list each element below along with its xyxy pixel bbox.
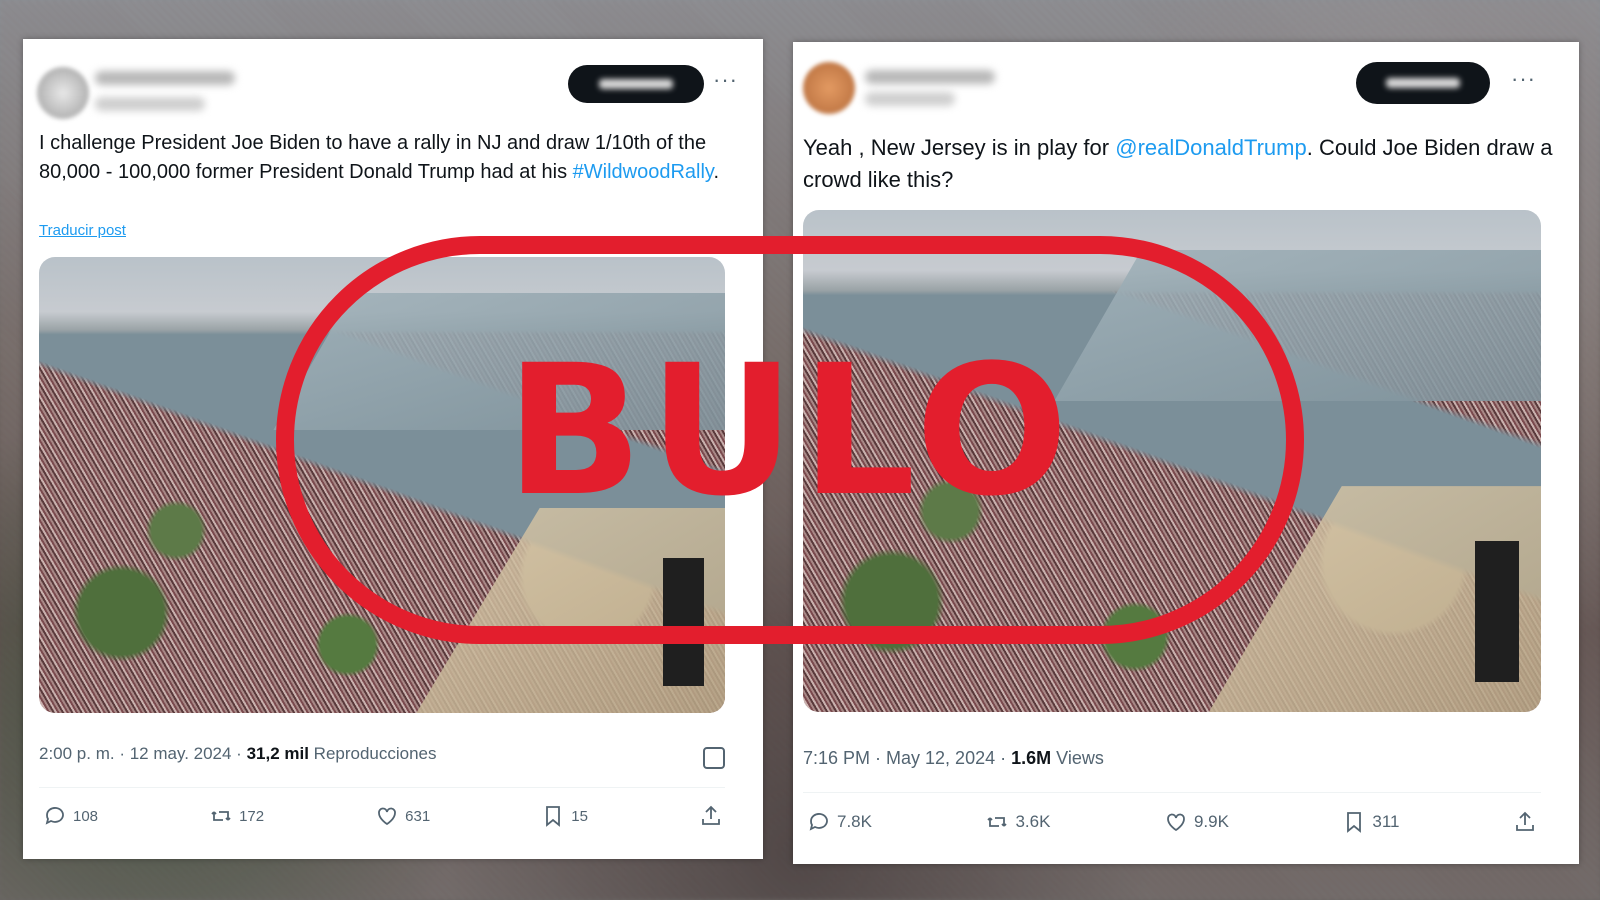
repost-button[interactable]: 3.6K [985,810,1050,834]
author-handle-blurred [865,92,955,106]
avatar[interactable] [37,67,89,119]
reply-button[interactable]: 7.8K [807,810,872,834]
divider [39,787,725,788]
like-icon [1167,813,1185,832]
share-icon [1516,811,1534,831]
views-count: 1.6M [1011,748,1052,768]
tweet-card-left: ··· I challenge President Joe Biden to h… [23,39,763,859]
tweet-card-right: ··· Yeah , New Jersey is in play for @re… [793,42,1579,864]
author-handle-blurred [95,97,205,111]
avatar[interactable] [803,62,855,114]
follow-button[interactable] [568,65,704,103]
like-count: 631 [405,807,431,825]
reply-button[interactable]: 108 [43,804,98,828]
like-count: 9.9K [1193,812,1229,831]
tweet-text: Yeah , New Jersey is in play for @realDo… [803,132,1563,196]
repost-icon [987,817,1008,827]
author-name-blurred[interactable] [865,70,995,84]
translate-post-link[interactable]: Traducir post [39,222,126,239]
share-button[interactable] [1513,810,1537,834]
bookmark-button[interactable]: 311 [1342,810,1400,834]
tweet-text: I challenge President Joe Biden to have … [39,129,739,187]
divider [803,792,1541,793]
repost-button[interactable]: 172 [209,804,264,828]
more-icon[interactable]: ··· [713,67,738,93]
bookmark-icon [546,806,561,827]
tweet-image[interactable] [803,210,1541,712]
bookmark-count: 311 [1372,812,1400,831]
action-bar: 108 172 631 15 [43,804,723,828]
action-bar: 7.8K 3.6K 9.9K 311 [807,810,1537,834]
share-button[interactable] [699,804,723,828]
timestamp-text: 7:16 PM · May 12, 2024 · [803,748,1012,768]
tweet-text-end: . [713,161,720,183]
hashtag-link[interactable]: #WildwoodRally [573,161,714,183]
reply-count: 108 [73,807,99,825]
tweet-timestamp[interactable]: 2:00 p. m. · 12 may. 2024 · 31,2 mil Rep… [39,744,437,764]
grok-icon[interactable] [703,747,725,769]
tweet-timestamp[interactable]: 7:16 PM · May 12, 2024 · 1.6M Views [803,748,1104,769]
author-name-blurred[interactable] [95,71,235,85]
more-icon[interactable]: ··· [1511,66,1536,92]
like-button[interactable]: 631 [375,804,430,828]
repost-icon [211,811,231,821]
follow-button[interactable] [1356,62,1490,104]
repost-count: 3.6K [1015,812,1051,831]
bookmark-count: 15 [571,807,588,825]
repost-count: 172 [239,807,265,825]
share-icon [702,805,720,825]
views-count: 31,2 mil [246,744,309,763]
tweet-text-body: Yeah , New Jersey is in play for [803,135,1116,160]
reply-icon [809,813,828,831]
views-label: Reproducciones [308,744,437,763]
timestamp-text: 2:00 p. m. · 12 may. 2024 · [39,744,247,763]
bookmark-icon [1347,812,1362,833]
bookmark-button[interactable]: 15 [541,804,588,828]
tweet-image[interactable] [39,257,725,713]
like-icon [378,807,397,826]
reply-icon [45,807,64,825]
reply-count: 7.8K [837,812,872,831]
views-label: Views [1051,748,1104,768]
mention-link[interactable]: @realDonaldTrump [1115,135,1306,160]
like-button[interactable]: 9.9K [1164,810,1229,834]
